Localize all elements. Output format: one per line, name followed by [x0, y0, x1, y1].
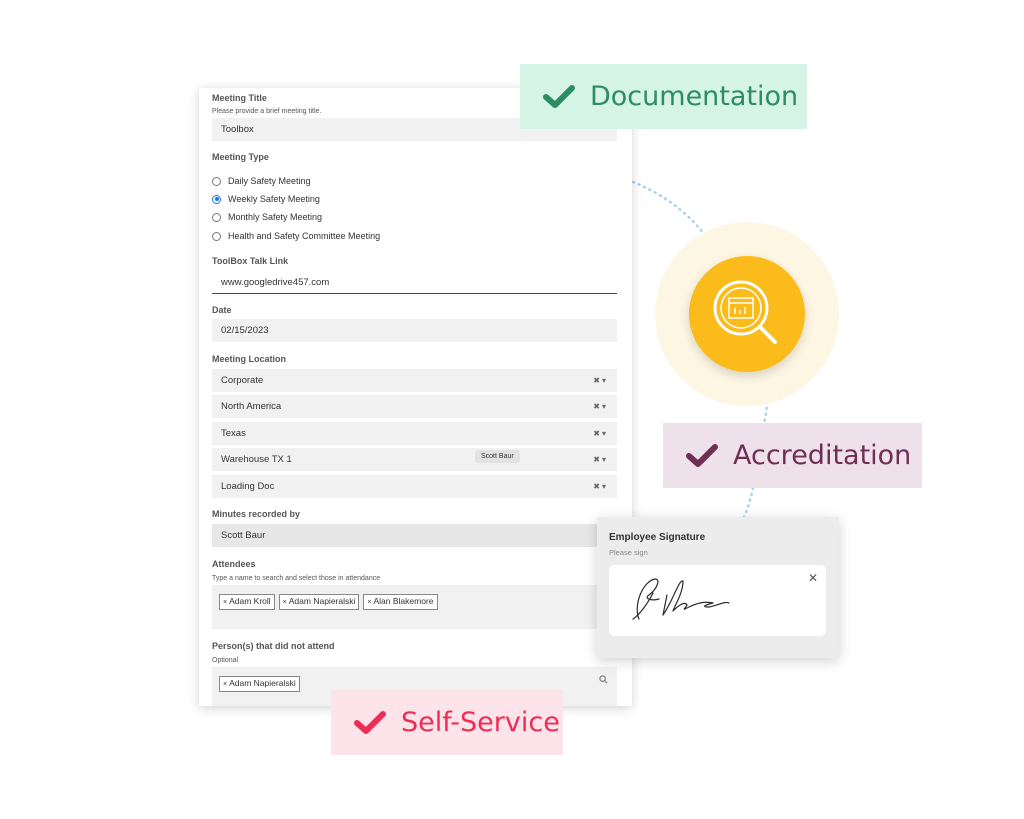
location-value: Texas — [221, 428, 246, 439]
name-tooltip: Scott Baur — [475, 450, 520, 463]
check-icon — [354, 710, 386, 734]
toolbox-link-input[interactable]: www.googledrive457.com — [212, 271, 617, 294]
attendees-input[interactable]: × Adam Kroll × Adam Napieralski × Alan Blakem… — [212, 585, 617, 629]
meeting-form: Meeting Title Please provide a brief mee… — [199, 88, 632, 706]
attendee-tag[interactable]: × Adam Napieralski — [278, 594, 360, 610]
radio-label: Daily Safety Meeting — [228, 176, 311, 186]
clear-dropdown-icons[interactable]: ✖▾ — [593, 475, 608, 498]
clear-dropdown-icons[interactable]: ✖▾ — [593, 369, 608, 392]
search-icon[interactable] — [599, 675, 608, 684]
remove-tag-icon[interactable]: × — [223, 681, 227, 688]
location-value: Warehouse TX 1 — [221, 454, 292, 465]
documentation-badge: Documentation — [520, 64, 807, 129]
magnifier-report-icon — [689, 256, 805, 372]
remove-tag-icon[interactable]: × — [367, 599, 371, 606]
signature-card: Employee Signature Please sign ✕ — [597, 517, 839, 658]
attendee-tag[interactable]: × Adam Kroll — [219, 594, 275, 610]
radio-health-safety-committee[interactable]: Health and Safety Committee Meeting — [212, 231, 380, 241]
clear-dropdown-icons[interactable]: ✖▾ — [593, 448, 608, 471]
check-icon — [686, 443, 718, 467]
radio-label: Health and Safety Committee Meeting — [228, 231, 381, 241]
remove-tag-icon[interactable]: × — [283, 599, 287, 606]
clear-dropdown-icons[interactable]: ✖▾ — [593, 395, 608, 418]
location-select-corporate[interactable]: Corporate ✖▾ — [212, 369, 617, 392]
location-select-warehouse[interactable]: Warehouse TX 1 ✖▾ — [212, 448, 617, 471]
did-not-attend-help: Optional — [212, 657, 239, 664]
location-value: North America — [221, 401, 282, 412]
radio-label: Monthly Safety Meeting — [228, 212, 323, 222]
minutes-recorded-select[interactable]: Scott Baur — [212, 524, 617, 547]
radio-button[interactable] — [212, 212, 221, 222]
self-service-badge: Self-Service — [331, 690, 563, 755]
meeting-title-help: Please provide a brief meeting title. — [212, 108, 322, 115]
minutes-recorded-label: Minutes recorded by — [212, 509, 301, 519]
attendees-label: Attendees — [212, 559, 256, 569]
location-select-north-america[interactable]: North America ✖▾ — [212, 395, 617, 418]
radio-weekly-safety-meeting[interactable]: Weekly Safety Meeting — [212, 194, 320, 204]
location-select-loading-doc[interactable]: Loading Doc ✖▾ — [212, 475, 617, 498]
signature-pad[interactable]: ✕ — [609, 565, 826, 636]
self-service-label: Self-Service — [401, 707, 560, 738]
attendee-tag[interactable]: × Alan Blakemore — [363, 594, 438, 610]
documentation-label: Documentation — [590, 81, 799, 112]
radio-button-selected[interactable] — [212, 194, 221, 204]
clear-dropdown-icons[interactable]: ✖▾ — [593, 422, 608, 445]
location-value: Corporate — [221, 375, 264, 386]
location-select-texas[interactable]: Texas ✖▾ — [212, 422, 617, 445]
accreditation-label: Accreditation — [733, 440, 912, 471]
toolbox-link-label: ToolBox Talk Link — [212, 256, 289, 266]
meeting-type-label: Meeting Type — [212, 152, 269, 162]
date-label: Date — [212, 305, 232, 315]
meeting-location-label: Meeting Location — [212, 354, 286, 364]
did-not-attend-label: Person(s) that did not attend — [212, 641, 335, 651]
close-icon[interactable]: ✕ — [808, 571, 818, 585]
attendees-help: Type a name to search and select those i… — [212, 575, 381, 582]
radio-button[interactable] — [212, 176, 221, 186]
date-input[interactable]: 02/15/2023 — [212, 319, 617, 342]
signature-subtitle: Please sign — [609, 548, 648, 557]
absent-tag[interactable]: × Adam Napieralski — [219, 676, 300, 692]
radio-daily-safety-meeting[interactable]: Daily Safety Meeting — [212, 176, 311, 186]
radio-monthly-safety-meeting[interactable]: Monthly Safety Meeting — [212, 212, 322, 222]
remove-tag-icon[interactable]: × — [223, 599, 227, 606]
meeting-title-label: Meeting Title — [212, 93, 267, 103]
radio-button[interactable] — [212, 231, 221, 241]
accreditation-badge: Accreditation — [663, 423, 922, 488]
signature-title: Employee Signature — [609, 532, 706, 543]
signature-drawing — [632, 578, 730, 620]
location-value: Loading Doc — [221, 481, 275, 492]
check-icon — [543, 84, 575, 108]
radio-label: Weekly Safety Meeting — [228, 194, 320, 204]
